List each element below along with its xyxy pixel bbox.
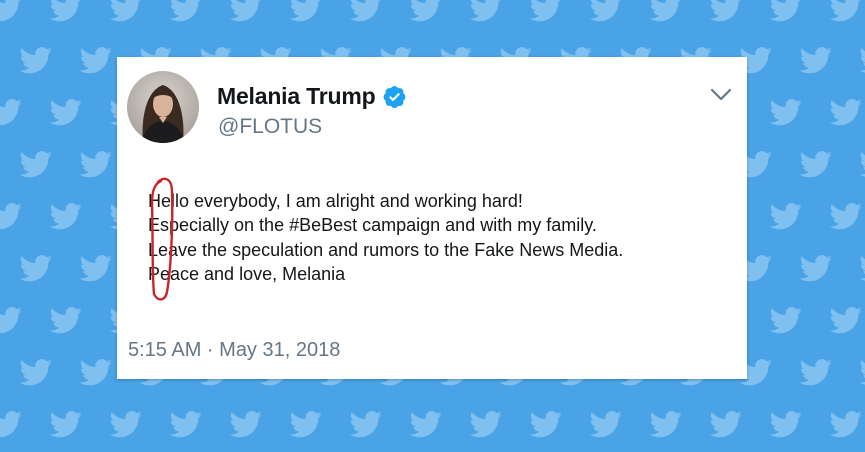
bird-icon [529, 411, 562, 438]
bird-icon [829, 411, 862, 438]
bird-icon [0, 411, 22, 438]
bird-icon [829, 307, 862, 334]
bird-icon [769, 203, 802, 230]
bird-icon [79, 255, 112, 282]
bird-icon [469, 411, 502, 438]
tweet-text: Hello everybody, I am alright and workin… [148, 189, 743, 286]
bird-icon [859, 256, 865, 281]
bird-icon [19, 151, 52, 178]
bird-icon [289, 0, 321, 22]
bird-icon [19, 359, 52, 386]
bird-icon [289, 411, 322, 438]
bird-icon [0, 0, 21, 22]
bird-icon [49, 0, 81, 22]
bird-icon [589, 0, 621, 22]
bird-icon [229, 0, 261, 22]
profile-avatar[interactable] [127, 71, 199, 143]
bird-icon [79, 151, 112, 178]
bird-icon [859, 360, 865, 385]
bird-icon [799, 151, 832, 178]
bird-icon [859, 48, 865, 73]
bird-icon [589, 411, 622, 438]
bird-icon [349, 0, 381, 22]
bird-icon [799, 47, 832, 74]
bird-icon [769, 0, 801, 22]
bird-icon [49, 307, 82, 334]
tweet-line: Peace and love, Melania [148, 263, 346, 284]
bird-icon [769, 307, 802, 334]
bird-icon [409, 0, 441, 22]
bird-icon [829, 99, 862, 126]
bird-icon [829, 0, 861, 22]
avatar-portrait [127, 71, 199, 143]
bird-icon [109, 0, 141, 22]
verified-badge-icon [382, 84, 407, 109]
bird-icon [0, 307, 22, 334]
bird-icon [649, 411, 682, 438]
bird-icon [49, 99, 82, 126]
tweet-card: Melania Trump @FLOTUS Hello everybody, I… [117, 57, 747, 379]
bird-icon [529, 0, 561, 22]
bird-icon [829, 203, 862, 230]
bird-icon [349, 411, 382, 438]
bird-icon [19, 47, 52, 74]
chevron-down-icon[interactable] [707, 83, 735, 105]
bird-icon [769, 411, 802, 438]
tweet-line: Hello everybody, I am alright and workin… [148, 191, 523, 211]
bird-icon [49, 203, 82, 230]
bird-icon [169, 411, 202, 438]
bird-icon [79, 47, 112, 74]
bird-icon [109, 411, 142, 438]
tweet-line: Leave the speculation and rumors to the … [148, 239, 624, 260]
name-row: Melania Trump [217, 83, 407, 110]
bird-icon [0, 203, 22, 230]
tweet-timestamp[interactable]: 5:15 AM · May 31, 2018 [128, 339, 340, 362]
bird-icon [469, 0, 501, 22]
bird-icon [769, 99, 802, 126]
bird-icon [709, 0, 741, 22]
bird-icon [169, 0, 201, 22]
bird-icon [49, 411, 82, 438]
bird-icon [229, 411, 262, 438]
bird-icon [709, 411, 742, 438]
bird-icon [799, 359, 832, 386]
user-handle[interactable]: @FLOTUS [218, 115, 322, 139]
bird-icon [859, 152, 865, 177]
bird-icon [799, 255, 832, 282]
bird-icon [649, 0, 681, 22]
tweet-line: Especially on the #BeBest campaign and w… [148, 215, 597, 236]
bird-icon [19, 255, 52, 282]
bird-icon [0, 99, 22, 126]
bird-icon [409, 411, 442, 438]
bird-icon [79, 359, 112, 386]
display-name[interactable]: Melania Trump [217, 83, 376, 110]
